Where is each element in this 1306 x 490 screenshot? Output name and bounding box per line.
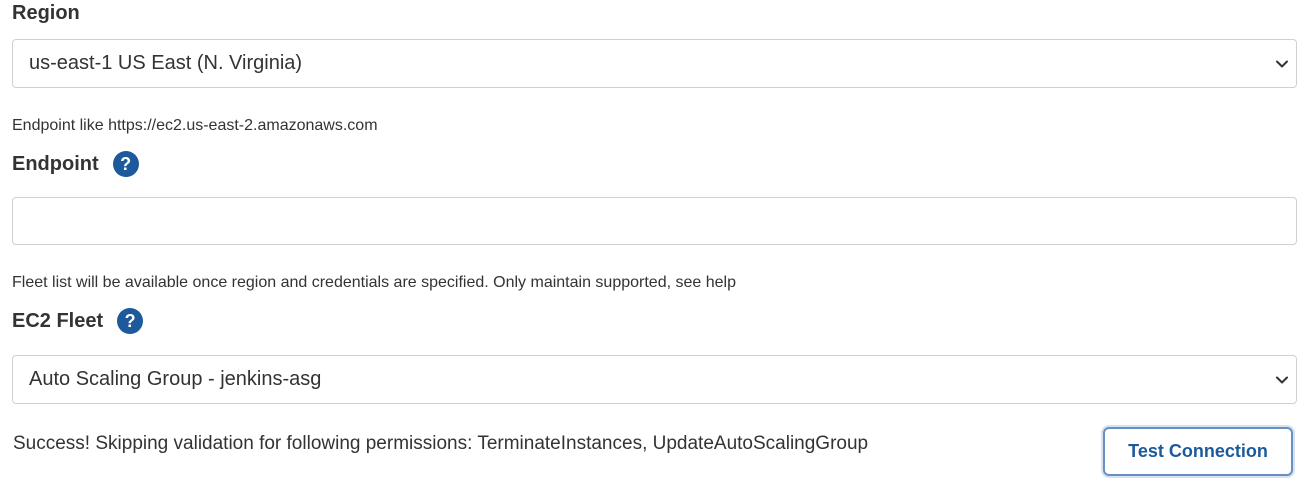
- region-label: Region: [12, 0, 80, 26]
- ec2-fleet-config-form: Region us-east-1 US East (N. Virginia) E…: [0, 0, 1306, 490]
- fleet-selected-value: Auto Scaling Group - jenkins-asg: [29, 368, 322, 390]
- fleet-label: EC2 Fleet ?: [12, 307, 144, 335]
- chevron-down-icon: [1274, 372, 1290, 388]
- endpoint-label: Endpoint ?: [12, 150, 139, 178]
- endpoint-input[interactable]: [12, 197, 1297, 245]
- chevron-down-icon: [1274, 56, 1290, 72]
- endpoint-hint: Endpoint like https://ec2.us-east-2.amaz…: [12, 117, 378, 134]
- fleet-select[interactable]: Auto Scaling Group - jenkins-asg: [12, 355, 1297, 404]
- region-selected-value: us-east-1 US East (N. Virginia): [29, 52, 303, 74]
- region-select[interactable]: us-east-1 US East (N. Virginia): [12, 39, 1297, 88]
- test-connection-button[interactable]: Test Connection: [1103, 427, 1293, 476]
- endpoint-label-text: Endpoint: [12, 152, 99, 175]
- help-icon[interactable]: ?: [112, 151, 139, 177]
- region-label-text: Region: [12, 1, 80, 24]
- fleet-hint: Fleet list will be available once region…: [12, 274, 736, 291]
- fleet-label-text: EC2 Fleet: [12, 309, 104, 332]
- status-message: Success! Skipping validation for followi…: [13, 433, 869, 454]
- help-icon[interactable]: ?: [117, 308, 144, 334]
